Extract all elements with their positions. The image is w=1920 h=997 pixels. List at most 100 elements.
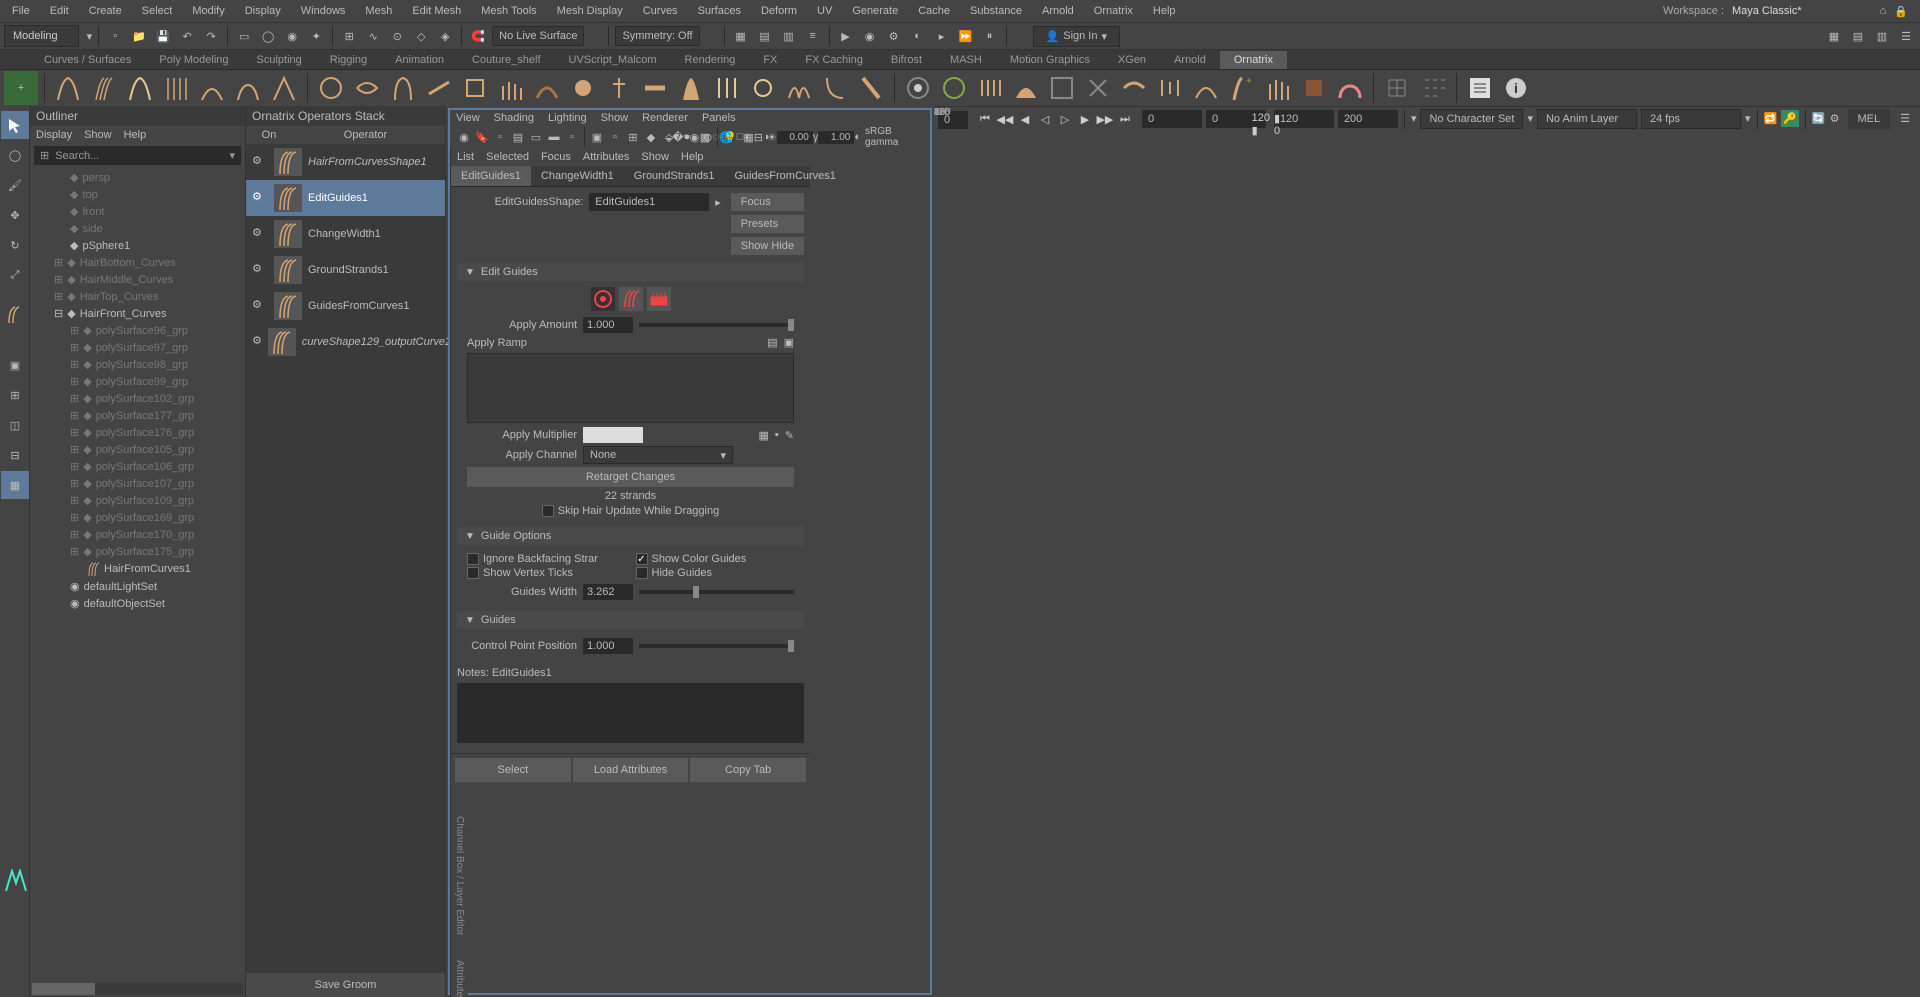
outliner-item[interactable]: HairFromCurves1 (34, 560, 241, 578)
expand-icon[interactable]: ⊞ (70, 460, 79, 473)
vp-bookmarks-icon[interactable]: 🔖 (474, 129, 490, 145)
operator-row[interactable]: ⚙GuidesFromCurves1 (246, 288, 445, 324)
range-start-field[interactable]: 0 (1142, 110, 1202, 128)
shelf-tab-rigging[interactable]: Rigging (316, 51, 381, 69)
shelf-edit-9-icon[interactable] (602, 71, 636, 105)
loop-icon[interactable]: 🔁 (1764, 112, 1778, 125)
layer-icon[interactable]: ▾ (1527, 112, 1533, 125)
cmd-language-dropdown[interactable]: MEL (1848, 109, 1891, 129)
shelf-render-3-icon[interactable] (973, 71, 1007, 105)
control-point-field[interactable]: 1.000 (583, 638, 633, 654)
char-icon[interactable]: ▾ (1411, 112, 1417, 125)
save-groom-button[interactable]: Save Groom (246, 973, 445, 997)
shelf-tab-arnold[interactable]: Arnold (1160, 51, 1220, 69)
vp-film-icon[interactable]: ▬ (546, 129, 562, 145)
shelf-edit-5-icon[interactable] (458, 71, 492, 105)
lock-icon[interactable]: 🔒 (1894, 5, 1908, 18)
layout-4-icon[interactable]: ☰ (1896, 26, 1916, 46)
menu-mesh[interactable]: Mesh (355, 1, 402, 21)
guides-section[interactable]: ▼ Guides (457, 611, 804, 629)
shelf-edit-4-icon[interactable] (422, 71, 456, 105)
shelf-render-4-icon[interactable] (1009, 71, 1043, 105)
shelf-render-10-icon[interactable]: + (1225, 71, 1259, 105)
output-icon[interactable]: ▸ (715, 196, 721, 209)
script-editor-icon[interactable]: ☰ (1900, 112, 1910, 125)
shelf-grid-2-icon[interactable] (1416, 71, 1450, 105)
shelf-tab-uvscript_malcom[interactable]: UVScript_Malcom (555, 51, 671, 69)
outliner-item[interactable]: ⊟ ◆ HairFront_Curves (34, 305, 241, 322)
step-back-icon[interactable]: ◀ (1016, 111, 1034, 129)
shape-name-field[interactable]: EditGuides1 (589, 193, 709, 211)
vp-image-plane-icon[interactable]: ▫ (492, 129, 508, 145)
snap-point-icon[interactable]: ⊙ (387, 26, 407, 46)
viewport-menu-renderer[interactable]: Renderer (642, 112, 688, 124)
play-icon[interactable]: ▸ (932, 26, 952, 46)
outliner-item[interactable]: ⊞ ◆ HairTop_Curves (34, 288, 241, 305)
vp-snap-icon[interactable]: □ (737, 129, 744, 145)
shelf-render-1-icon[interactable] (901, 71, 935, 105)
outliner-item[interactable]: ⊞ ◆ polySurface176_grp (34, 424, 241, 441)
shelf-render-8-icon[interactable] (1153, 71, 1187, 105)
edit-icon[interactable]: ✎ (785, 429, 794, 442)
outliner-item[interactable]: ⊞ ◆ polySurface170_grp (34, 526, 241, 543)
layout-split-icon[interactable]: ◫ (1, 411, 29, 439)
menu-edit[interactable]: Edit (40, 1, 79, 21)
menu-modify[interactable]: Modify (182, 1, 234, 21)
vp-2d-icon[interactable]: ▤ (510, 129, 526, 145)
viewport-menu-shading[interactable]: Shading (494, 112, 534, 124)
expand-icon[interactable]: ⊞ (54, 290, 63, 303)
menu-create[interactable]: Create (79, 1, 132, 21)
vp-safe-icon[interactable]: ▫ (564, 129, 580, 145)
input-icon[interactable]: ▤ (755, 26, 775, 46)
shelf-tab-sculpting[interactable]: Sculpting (243, 51, 316, 69)
attr-menu-selected[interactable]: Selected (486, 151, 529, 163)
vp-reset-icon[interactable]: ⊟ (754, 129, 763, 145)
hypershade-icon[interactable]: ◐ (908, 26, 928, 46)
output-icon[interactable]: ▥ (779, 26, 799, 46)
shelf-edit-6-icon[interactable] (494, 71, 528, 105)
shelf-info-icon[interactable]: i (1499, 71, 1533, 105)
brush-mode-1-icon[interactable] (591, 287, 615, 311)
outliner-menu-help[interactable]: Help (124, 129, 147, 141)
attr-tab[interactable]: ChangeWidth1 (531, 166, 624, 186)
menu-file[interactable]: File (2, 1, 40, 21)
skip-hair-checkbox[interactable] (542, 505, 554, 517)
shelf-render-5-icon[interactable] (1045, 71, 1079, 105)
attr-menu-show[interactable]: Show (641, 151, 669, 163)
select-mode-icon[interactable]: ▭ (234, 26, 254, 46)
expand-icon[interactable]: ⊞ (70, 511, 79, 524)
ramp-linear-icon[interactable]: ▤ (767, 336, 777, 349)
outliner-scrollbar[interactable] (32, 983, 243, 995)
expand-icon[interactable]: ⊞ (70, 392, 79, 405)
layout-3-icon[interactable]: ▥ (1872, 26, 1892, 46)
magnet-icon[interactable]: 🧲 (468, 26, 488, 46)
paint-tool[interactable]: 🖌 (1, 171, 29, 199)
lasso-icon[interactable]: ◯ (258, 26, 278, 46)
copy-tab-button[interactable]: Copy Tab (690, 758, 806, 782)
playblast-icon[interactable]: ⏩ (956, 26, 976, 46)
outliner-item[interactable]: ⊞ ◆ polySurface99_grp (34, 373, 241, 390)
shelf-edit-12-icon[interactable] (710, 71, 744, 105)
menu-cache[interactable]: Cache (908, 1, 960, 21)
go-start-icon[interactable]: ⏮ (976, 111, 994, 129)
notes-textarea[interactable] (457, 683, 804, 743)
retarget-button[interactable]: Retarget Changes (467, 467, 794, 487)
lasso-tool[interactable]: ◯ (1, 141, 29, 169)
expand-icon[interactable]: ⊞ (54, 256, 63, 269)
outliner-menu-show[interactable]: Show (84, 129, 112, 141)
shelf-tab-fx[interactable]: FX (749, 51, 791, 69)
outliner-item[interactable]: ◆ side (34, 220, 241, 237)
layout-1-icon[interactable]: ▦ (1824, 26, 1844, 46)
vp-grid-icon[interactable]: ⊞ (625, 129, 641, 145)
expand-icon[interactable]: ⊞ (70, 443, 79, 456)
move-tool[interactable]: ✥ (1, 201, 29, 229)
redo-icon[interactable]: ↷ (201, 26, 221, 46)
expand-icon[interactable]: ⊞ (70, 324, 79, 337)
menu-arnold[interactable]: Arnold (1032, 1, 1084, 21)
layout-2-icon[interactable]: ▤ (1848, 26, 1868, 46)
brush-mode-3-icon[interactable] (647, 287, 671, 311)
vp-gate-icon[interactable]: ▭ (528, 129, 544, 145)
step-forward-key-icon[interactable]: ▶▶ (1096, 111, 1114, 129)
hair-brush-tool[interactable] (1, 301, 29, 329)
outliner-item[interactable]: ⊞ ◆ polySurface106_grp (34, 458, 241, 475)
